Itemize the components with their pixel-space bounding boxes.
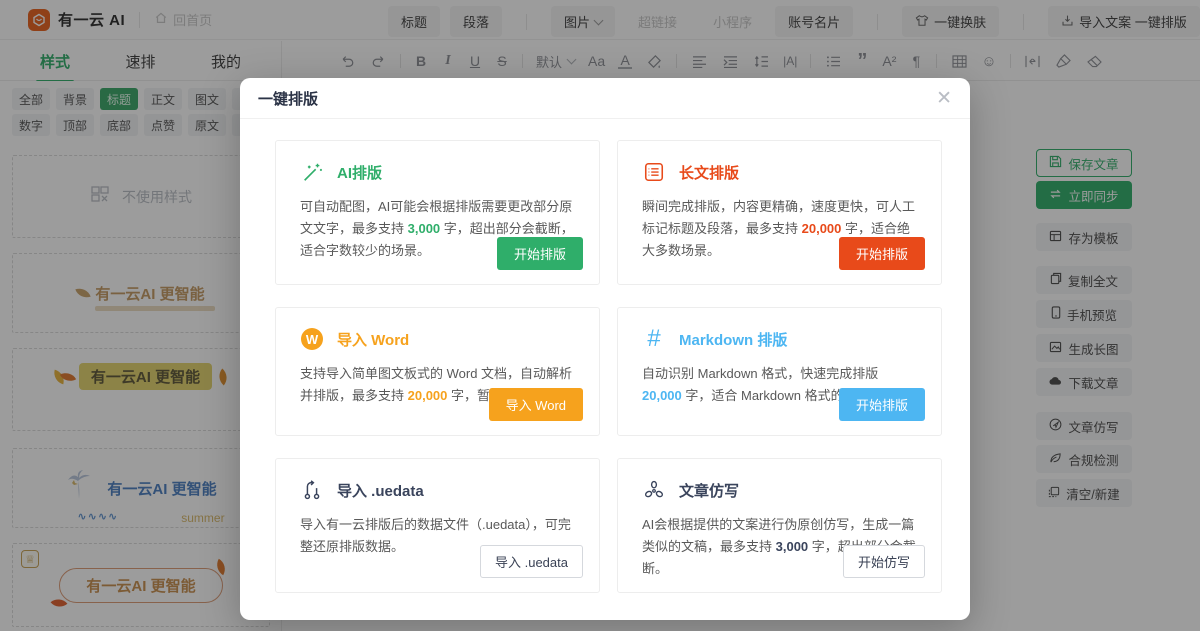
card-title: Markdown 排版 [679,329,787,350]
layout-options-grid: AI排版 可自动配图，AI可能会根据排版需要更改部分原文文字，最多支持 3,00… [240,119,970,593]
card-ai-layout: AI排版 可自动配图，AI可能会根据排版需要更改部分原文文字，最多支持 3,00… [275,140,600,285]
card-import-uedata: 导入 .uedata 导入有一云排版后的数据文件（.uedata），可完整还原排… [275,458,600,593]
modal-title: 一键排版 [258,88,318,109]
card-title: 导入 .uedata [337,480,424,501]
rewrite-fan-icon [642,478,666,502]
card-markdown-layout: # Markdown 排版 自动识别 Markdown 格式，快速完成排版 20… [617,307,942,436]
card-long-text-layout: 长文排版 瞬间完成排版，内容更精确，速度更快，可人工标记标题及段落，最多支持 2… [617,140,942,285]
start-layout-button[interactable]: 开始排版 [839,237,925,270]
word-icon: W [300,327,324,351]
card-title: 长文排版 [679,162,739,183]
card-article-rewrite: 文章仿写 AI会根据提供的文案进行伪原创仿写，生成一篇类似的文稿，最多支持 3,… [617,458,942,593]
card-title: 文章仿写 [679,480,739,501]
modal-header: 一键排版 ✕ [240,78,970,119]
card-import-word: W 导入 Word 支持导入简单图文板式的 Word 文档，自动解析并排版，最多… [275,307,600,436]
card-title: 导入 Word [337,329,409,350]
import-uedata-button[interactable]: 导入 .uedata [480,545,583,578]
close-icon[interactable]: ✕ [936,89,952,108]
one-click-layout-modal: 一键排版 ✕ AI排版 可自动配图，AI可能会根据排版需要更改部分原文文字，最多… [240,78,970,620]
start-layout-button[interactable]: 开始排版 [497,237,583,270]
markdown-icon: # [642,327,666,351]
uedata-import-icon [300,478,324,502]
import-word-button[interactable]: 导入 Word [489,388,583,421]
start-layout-button[interactable]: 开始排版 [839,388,925,421]
card-title: AI排版 [337,162,382,183]
magic-wand-icon [300,160,324,184]
start-rewrite-button[interactable]: 开始仿写 [843,545,925,578]
doc-list-icon [642,160,666,184]
